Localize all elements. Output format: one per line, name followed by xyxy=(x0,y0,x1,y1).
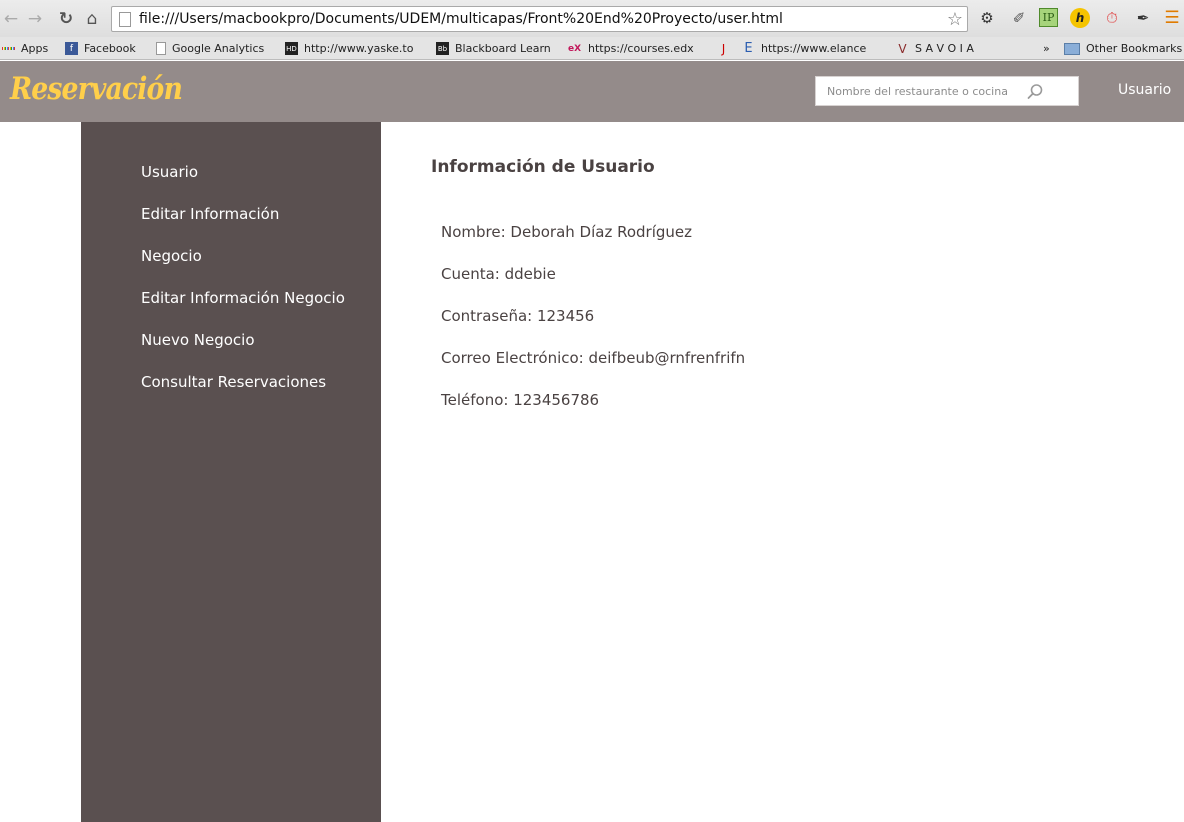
sidebar-item-consultar-reservaciones[interactable]: Consultar Reservaciones xyxy=(141,373,326,391)
bookmark-other[interactable]: Other Bookmarks xyxy=(1064,40,1182,57)
menu-icon[interactable]: ☰ xyxy=(1162,8,1182,28)
reload-icon[interactable]: ↻ xyxy=(55,8,77,30)
forward-arrow-icon[interactable]: → xyxy=(24,8,46,30)
bookmark-label: S A V O I A xyxy=(915,42,974,55)
bookmark-star-icon[interactable]: ☆ xyxy=(943,9,967,30)
gear-icon[interactable]: ⚙ xyxy=(977,8,997,28)
facebook-icon: f xyxy=(65,42,78,55)
hd-icon: HD xyxy=(285,42,298,55)
bookmark-label: Apps xyxy=(21,42,49,55)
sidebar-item-usuario[interactable]: Usuario xyxy=(141,163,198,181)
apps-grid-icon xyxy=(1,42,16,55)
sidebar: Usuario Editar Información Negocio Edita… xyxy=(81,122,381,822)
bookmark-label: https://courses.edx xyxy=(588,42,694,55)
back-arrow-icon[interactable]: ← xyxy=(0,8,22,30)
bookmark-label: Other Bookmarks xyxy=(1086,42,1183,55)
chevron-icon: » xyxy=(1043,42,1050,55)
savoia-icon: V xyxy=(898,41,907,56)
sidebar-item-nuevo-negocio[interactable]: Nuevo Negocio xyxy=(141,331,255,349)
bookmark-apps[interactable]: Apps xyxy=(1,40,49,57)
bookmark-edx[interactable]: eX https://courses.edx xyxy=(567,40,703,57)
info-correo: Correo Electrónico: deifbeub@rnfrenfrifn xyxy=(441,349,746,367)
info-telefono: Teléfono: 123456786 xyxy=(441,391,600,409)
elance-icon: E xyxy=(744,41,753,56)
info-cuenta: Cuenta: ddebie xyxy=(441,265,556,283)
site-logo[interactable]: Reservación xyxy=(10,71,183,107)
edx-icon: eX xyxy=(567,43,582,54)
info-nombre: Nombre: Deborah Díaz Rodríguez xyxy=(441,223,692,241)
bookmark-label: Google Analytics xyxy=(172,42,265,55)
bookmark-label: Facebook xyxy=(84,42,136,55)
bookmark-blackboard[interactable]: Bb Blackboard Learn xyxy=(436,40,551,57)
bookmark-label: Blackboard Learn xyxy=(455,42,551,55)
page-icon xyxy=(156,42,166,55)
bookmark-facebook[interactable]: f Facebook xyxy=(65,40,136,57)
bookmarks-overflow-chevron[interactable]: » xyxy=(1043,40,1050,57)
search-box[interactable] xyxy=(815,76,1079,106)
bookmark-label: http://www.yaske.to xyxy=(304,42,414,55)
clip-extension-icon[interactable]: ✐ xyxy=(1009,8,1029,28)
info-contrasena: Contraseña: 123456 xyxy=(441,307,595,325)
url-text[interactable]: file:///Users/macbookpro/Documents/UDEM/… xyxy=(139,11,943,27)
bookmark-label: https://www.elance xyxy=(761,42,867,55)
bookmark-savoia[interactable]: V S A V O I A xyxy=(896,40,974,57)
search-input[interactable] xyxy=(816,77,1026,105)
eyedropper-icon[interactable]: ✒ xyxy=(1133,8,1153,28)
bb-icon: Bb xyxy=(436,42,449,55)
search-icon[interactable] xyxy=(1026,83,1044,101)
bookmark-google-analytics[interactable]: Google Analytics xyxy=(156,40,264,57)
bookmark-elance[interactable]: J E https://www.elance xyxy=(717,40,873,57)
browser-toolbar: ← → ↻ ⌂ file:///Users/macbookpro/Documen… xyxy=(0,0,1184,37)
page-title: Información de Usuario xyxy=(431,157,655,177)
sidebar-item-negocio[interactable]: Negocio xyxy=(141,247,202,265)
sidebar-item-editar-informacion-negocio[interactable]: Editar Información Negocio xyxy=(141,289,345,307)
bookmark-yaske[interactable]: HD http://www.yaske.to xyxy=(285,40,419,57)
home-icon[interactable]: ⌂ xyxy=(81,8,103,30)
address-bar[interactable]: file:///Users/macbookpro/Documents/UDEM/… xyxy=(111,6,968,32)
h-extension-icon[interactable]: h xyxy=(1070,8,1090,28)
j-icon: J xyxy=(721,41,726,56)
sidebar-item-editar-informacion[interactable]: Editar Información xyxy=(141,205,279,223)
timer-icon[interactable]: ⏱ xyxy=(1102,8,1122,28)
page-icon xyxy=(119,11,131,27)
ip-extension-icon[interactable]: IP xyxy=(1039,8,1058,27)
folder-icon xyxy=(1064,42,1080,55)
site-header: Reservación Usuario xyxy=(0,61,1184,122)
bookmarks-bar: Apps f Facebook Google Analytics HD http… xyxy=(0,37,1184,60)
user-nav-link[interactable]: Usuario xyxy=(1118,82,1171,98)
